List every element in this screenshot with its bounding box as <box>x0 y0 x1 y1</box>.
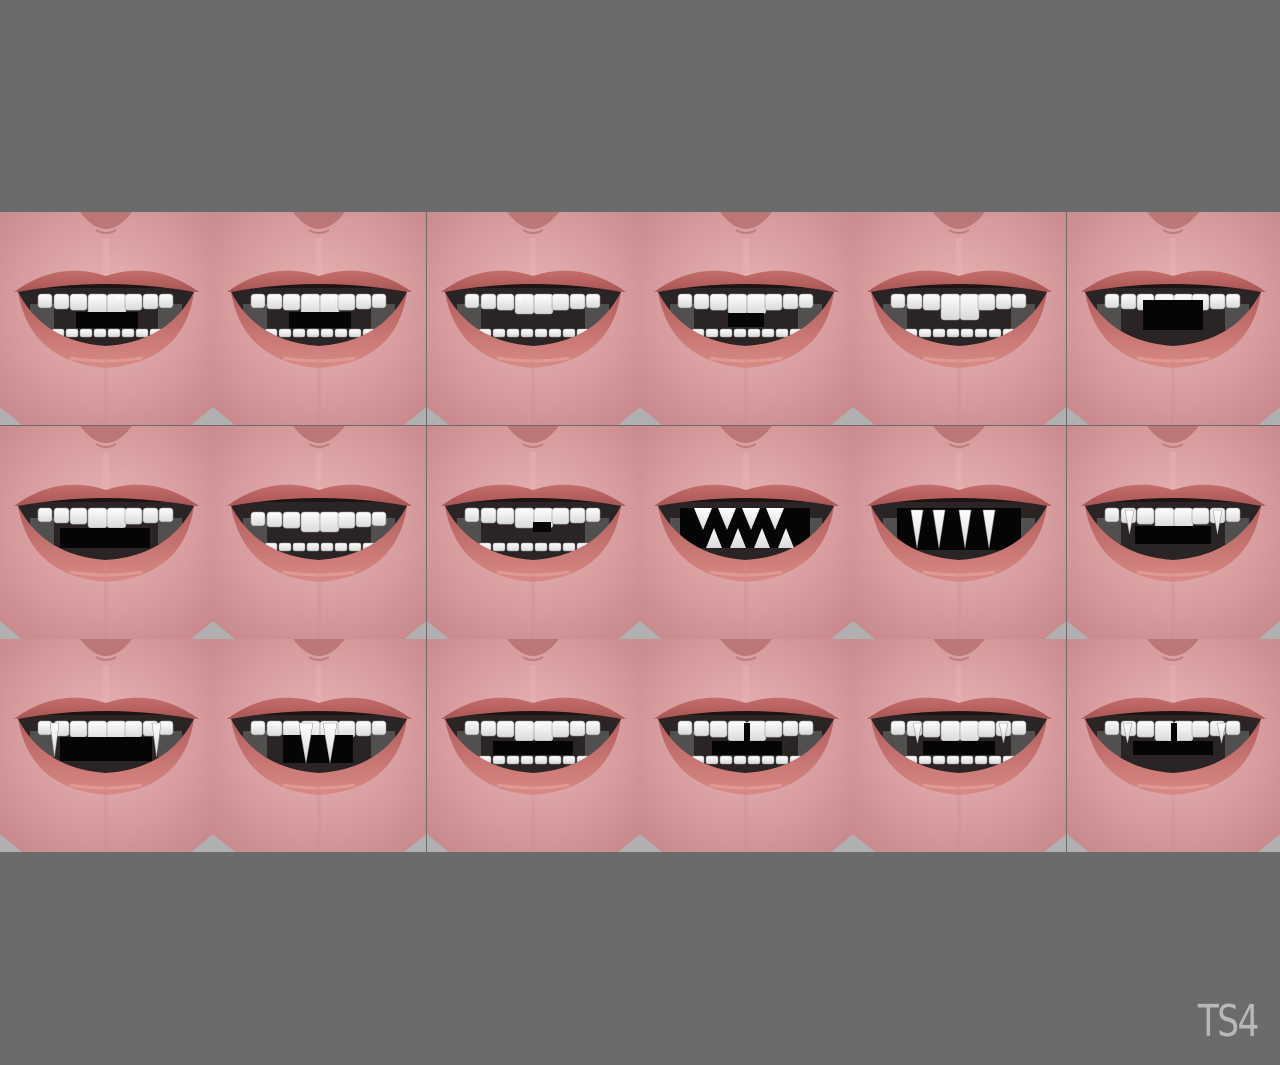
mouth-illustration <box>1067 639 1280 852</box>
mouth-preset-tile <box>1067 212 1280 425</box>
mouth-illustration <box>427 212 640 425</box>
mouth-illustration <box>0 426 213 639</box>
mouth-preset-tile <box>427 639 640 852</box>
mouth-preset-tile <box>640 639 853 852</box>
mouth-preset-tile <box>853 426 1066 639</box>
mouth-illustration <box>640 212 853 425</box>
mouth-illustration <box>213 426 426 639</box>
mouth-preset-tile <box>427 212 640 425</box>
mouth-illustration <box>640 426 853 639</box>
mouth-preset-tile <box>0 212 213 425</box>
mouth-preset-tile <box>1067 426 1280 639</box>
mouth-preset-tile <box>1067 639 1280 852</box>
mouth-illustration <box>1067 426 1280 639</box>
mouth-illustration <box>853 639 1066 852</box>
mouth-preset-tile <box>213 639 426 852</box>
mouth-illustration <box>427 426 640 639</box>
mouth-preset-tile <box>213 212 426 425</box>
mouth-illustration <box>1067 212 1280 425</box>
mouth-preset-tile <box>853 212 1066 425</box>
mouth-illustration <box>853 426 1066 639</box>
watermark-text: TS4 <box>1198 996 1259 1047</box>
mouth-preset-tile <box>640 426 853 639</box>
mouth-illustration <box>213 639 426 852</box>
mouth-preset-tile <box>853 639 1066 852</box>
mouth-illustration <box>0 212 213 425</box>
mouth-preset-tile <box>0 426 213 639</box>
mouth-preset-tile <box>213 426 426 639</box>
mouth-illustration <box>853 212 1066 425</box>
mouth-preset-tile <box>640 212 853 425</box>
mouth-preset-tile <box>427 426 640 639</box>
mouth-preset-tile <box>0 639 213 852</box>
mouth-illustration <box>0 639 213 852</box>
mouth-illustration <box>213 212 426 425</box>
mouth-illustration <box>427 639 640 852</box>
mouth-illustration <box>640 639 853 852</box>
teeth-preset-grid <box>0 212 1280 853</box>
